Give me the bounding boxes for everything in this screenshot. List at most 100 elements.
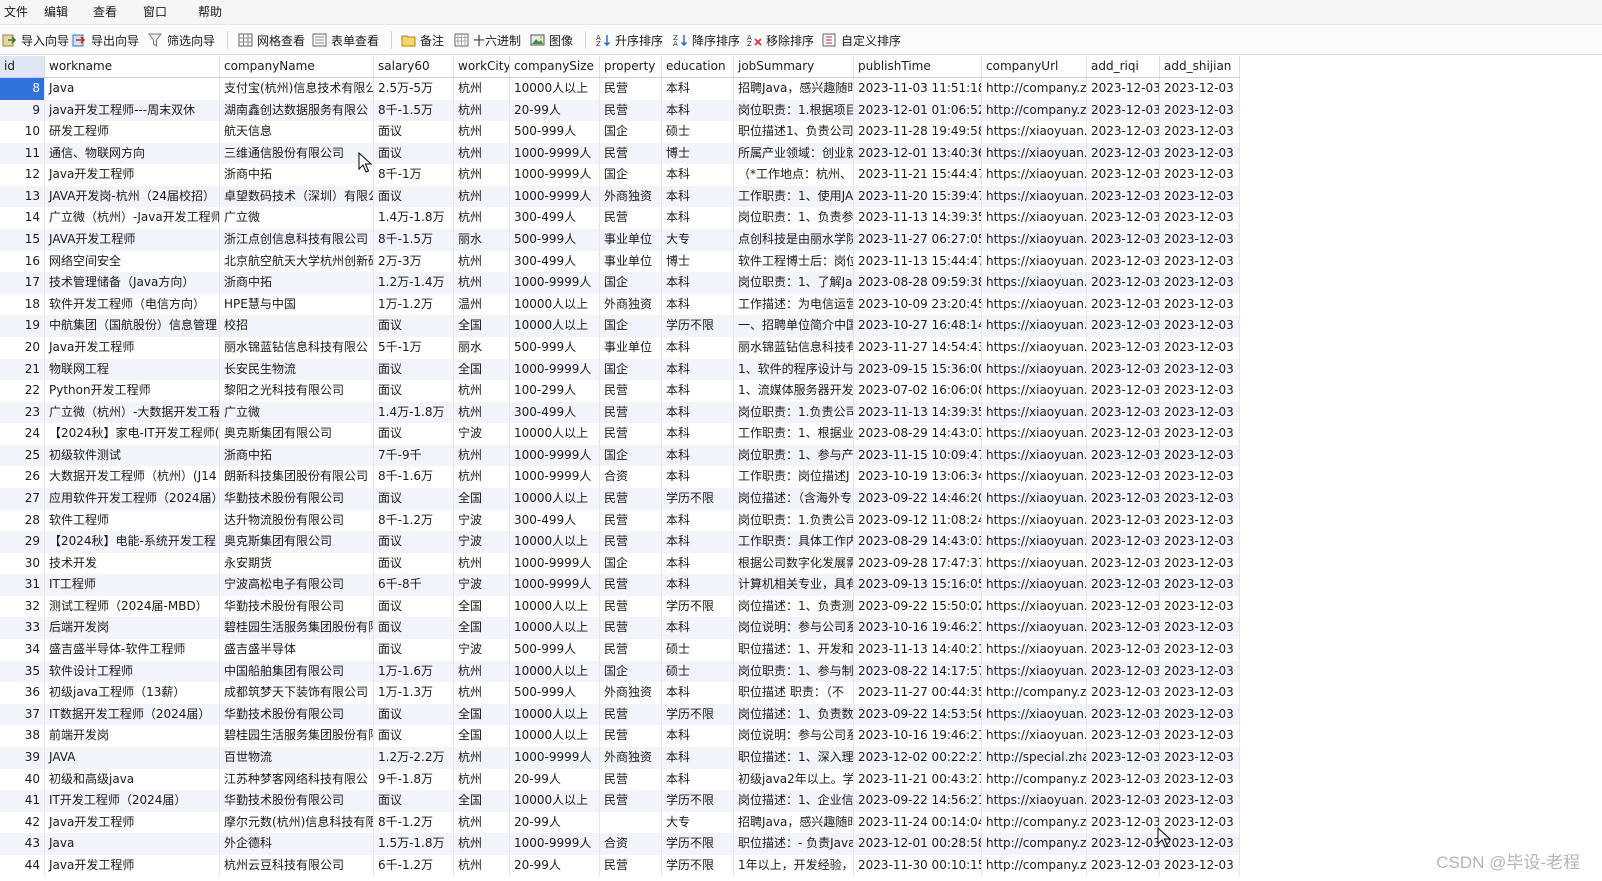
cell-salary60[interactable]: 面议	[374, 185, 454, 208]
cell-education[interactable]: 本科	[662, 423, 734, 445]
column-header-education[interactable]: education	[662, 56, 734, 77]
table-row[interactable]: 13 JAVA开发岗-杭州（24届校招） 卓望数码技术（深圳）有限公 面议 杭州 1000…	[0, 185, 1240, 208]
cell-companyurl[interactable]: https://xiaoyuan.	[982, 336, 1087, 359]
cell-salary60[interactable]: 8千-1万	[374, 164, 454, 186]
cell-education[interactable]: 学历不限	[662, 315, 734, 337]
cell-workname[interactable]: 中航集团（国航股份）信息管理	[45, 315, 220, 337]
cell-add-shijian[interactable]: 2023-12-03 13	[1160, 682, 1240, 704]
cell-workname[interactable]: 初级和高级java	[45, 768, 220, 791]
cell-property[interactable]: 国企	[600, 358, 662, 381]
cell-companyurl[interactable]: https://xiaoyuan.	[982, 380, 1087, 402]
cell-property[interactable]: 国企	[600, 444, 662, 467]
cell-workname[interactable]: 测试工程师（2024届-MBD）	[45, 595, 220, 618]
cell-jobsummary[interactable]: 职位描述 职责：（不	[734, 682, 854, 704]
cell-publishtime[interactable]: 2023-08-22 14:17:57	[854, 660, 982, 683]
cell-workcity[interactable]: 全国	[454, 595, 510, 618]
remove-sort-button[interactable]: AZ 移除排序	[747, 31, 814, 49]
cell-salary60[interactable]: 面议	[374, 639, 454, 661]
cell-property[interactable]: 合资	[600, 833, 662, 855]
cell-salary60[interactable]: 1.4万-1.8万	[374, 207, 454, 230]
cell-workname[interactable]: IT数据开发工程师（2024届）	[45, 703, 220, 726]
cell-add-shijian[interactable]: 2023-12-03 13	[1160, 229, 1240, 251]
cell-education[interactable]: 本科	[662, 207, 734, 230]
cell-companysize[interactable]: 500-999人	[510, 336, 600, 359]
cell-companysize[interactable]: 10000人以上	[510, 78, 600, 100]
cell-workcity[interactable]: 全国	[454, 617, 510, 640]
cell-education[interactable]: 硕士	[662, 660, 734, 683]
cell-property[interactable]: 民营	[600, 854, 662, 877]
cell-jobsummary[interactable]: 招聘Java，感兴趣随时	[734, 78, 854, 100]
cell-workcity[interactable]: 温州	[454, 293, 510, 316]
cell-jobsummary[interactable]: 1年以上，开发经验，	[734, 854, 854, 877]
cell-companyname[interactable]: 杭州云豆科技有限公司	[220, 854, 374, 877]
cell-companyurl[interactable]: https://xiaoyuan.	[982, 574, 1087, 596]
cell-id[interactable]: 28	[0, 509, 45, 532]
cell-workcity[interactable]: 杭州	[454, 682, 510, 704]
cell-workname[interactable]: 广立微（杭州）-大数据开发工程	[45, 401, 220, 424]
cell-salary60[interactable]: 8千-1.6万	[374, 466, 454, 488]
cell-id[interactable]: 20	[0, 336, 45, 359]
cell-salary60[interactable]: 8千-1.2万	[374, 811, 454, 834]
cell-jobsummary[interactable]: 工作描述：为电信运营	[734, 293, 854, 316]
table-row[interactable]: 16 网络空间安全 北京航空航天大学杭州创新研 2万-3万 杭州 300-499人 事业单位…	[0, 250, 1240, 273]
cell-workcity[interactable]: 杭州	[454, 833, 510, 855]
cell-workname[interactable]: 初级java工程师（13薪）	[45, 682, 220, 704]
cell-workcity[interactable]: 宁波	[454, 574, 510, 596]
cell-id[interactable]: 23	[0, 401, 45, 424]
cell-property[interactable]: 民营	[600, 703, 662, 726]
cell-workcity[interactable]: 杭州	[454, 768, 510, 791]
image-button[interactable]: 图像	[530, 31, 573, 49]
column-header-jobsummary[interactable]: jobSummary	[734, 56, 854, 77]
cell-companysize[interactable]: 10000人以上	[510, 725, 600, 747]
cell-companyurl[interactable]: https://xiaoyuan.	[982, 272, 1087, 294]
cell-companyname[interactable]: 校招	[220, 315, 374, 337]
cell-workname[interactable]: Java开发工程师	[45, 336, 220, 359]
cell-jobsummary[interactable]: 岗位职责：1、了解Ja	[734, 272, 854, 294]
cell-property[interactable]: 民营	[600, 639, 662, 661]
cell-property[interactable]: 国企	[600, 660, 662, 683]
cell-companyname[interactable]: 中国船舶集团有限公司	[220, 660, 374, 683]
cell-companyurl[interactable]: http://company.z	[982, 682, 1087, 704]
cell-companysize[interactable]: 20-99人	[510, 768, 600, 791]
cell-companyname[interactable]: 华勤技术股份有限公司	[220, 790, 374, 812]
cell-companyurl[interactable]: https://xiaoyuan.	[982, 531, 1087, 553]
cell-jobsummary[interactable]: 1、流媒体服务器开发	[734, 380, 854, 402]
cell-workname[interactable]: 【2024秋】电能-系统开发工程	[45, 531, 220, 553]
cell-add-shijian[interactable]: 2023-12-03 13	[1160, 725, 1240, 747]
cell-publishtime[interactable]: 2023-11-21 15:44:47	[854, 164, 982, 186]
cell-property[interactable]: 外商独资	[600, 293, 662, 316]
cell-id[interactable]: 38	[0, 725, 45, 747]
cell-jobsummary[interactable]: 一、招聘单位简介中国	[734, 315, 854, 337]
cell-workcity[interactable]: 杭州	[454, 164, 510, 186]
cell-salary60[interactable]: 1万-1.3万	[374, 682, 454, 704]
cell-publishtime[interactable]: 2023-09-12 11:08:24	[854, 509, 982, 532]
cell-salary60[interactable]: 8千-1.2万	[374, 509, 454, 532]
cell-education[interactable]: 学历不限	[662, 595, 734, 618]
cell-jobsummary[interactable]: 根据公司数字化发展需	[734, 552, 854, 575]
cell-companysize[interactable]: 1000-9999人	[510, 574, 600, 596]
cell-add-riqi[interactable]: 2023-12-03	[1087, 682, 1160, 704]
cell-salary60[interactable]: 面议	[374, 423, 454, 445]
cell-publishtime[interactable]: 2023-09-15 15:36:00	[854, 358, 982, 381]
cell-add-shijian[interactable]: 2023-12-03 13	[1160, 552, 1240, 575]
import-wizard-button[interactable]: 导入向导	[2, 31, 69, 49]
cell-add-riqi[interactable]: 2023-12-03	[1087, 466, 1160, 488]
table-row[interactable]: 36 初级java工程师（13薪） 成都筑梦天下装饰有限公司 1万-1.3万 杭州 500…	[0, 682, 1240, 704]
cell-education[interactable]: 本科	[662, 336, 734, 359]
cell-companyname[interactable]: 浙商中拓	[220, 444, 374, 467]
cell-salary60[interactable]: 5千-1万	[374, 336, 454, 359]
cell-add-shijian[interactable]: 2023-12-03 13	[1160, 487, 1240, 510]
cell-add-shijian[interactable]: 2023-12-03 13	[1160, 811, 1240, 834]
cell-jobsummary[interactable]: 软件工程博士后：岗位	[734, 250, 854, 273]
cell-add-riqi[interactable]: 2023-12-03	[1087, 78, 1160, 100]
column-header-companyurl[interactable]: companyUrl	[982, 56, 1087, 77]
cell-companysize[interactable]: 20-99人	[510, 811, 600, 834]
cell-add-riqi[interactable]: 2023-12-03	[1087, 617, 1160, 640]
cell-companysize[interactable]: 1000-9999人	[510, 164, 600, 186]
cell-workcity[interactable]: 宁波	[454, 509, 510, 532]
table-row[interactable]: 10 研发工程师 航天信息 面议 杭州 500-999人 国企 硕士 职位描述1、负责公司 202…	[0, 121, 1240, 143]
cell-companyname[interactable]: 华勤技术股份有限公司	[220, 703, 374, 726]
cell-add-riqi[interactable]: 2023-12-03	[1087, 185, 1160, 208]
table-row[interactable]: 12 Java开发工程师 浙商中拓 8千-1万 杭州 1000-9999人 国企 本科 （*工作…	[0, 164, 1240, 186]
cell-id[interactable]: 43	[0, 833, 45, 855]
